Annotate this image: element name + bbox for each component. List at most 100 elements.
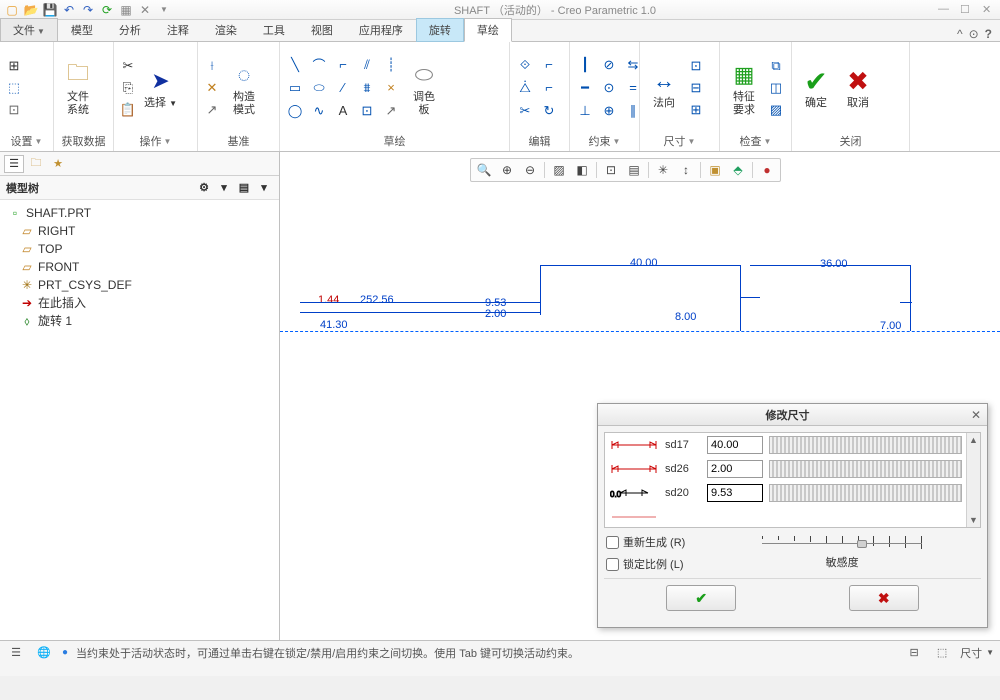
tree-root[interactable]: ▫SHAFT.PRT [6, 204, 273, 222]
dim-7[interactable]: 7.00 [880, 320, 901, 332]
select-button[interactable]: ➤ 选择 ▼ [140, 63, 181, 111]
save-icon[interactable]: 💾 [42, 2, 58, 18]
tab-file[interactable]: 文件▼ [0, 18, 58, 42]
undo-icon[interactable]: ↶ [61, 2, 77, 18]
open-icon[interactable]: 📂 [23, 2, 39, 18]
dim-scrollbar[interactable]: ▲ ▼ [966, 433, 980, 527]
repaint-icon[interactable]: ▨ [548, 160, 570, 180]
dim-953r[interactable]: 2.00 [485, 308, 506, 320]
view-mgr-icon[interactable]: ▤ [623, 160, 645, 180]
perpendicular-icon[interactable]: ⊥ [574, 100, 596, 122]
palette-button[interactable]: ⬭ 调色 板 [404, 57, 444, 117]
dim-row-sd20[interactable]: 0.0 sd20 [605, 481, 980, 505]
regen-icon[interactable]: ⟳ [99, 2, 115, 18]
ok-button[interactable]: ✔ 确定 [796, 63, 836, 111]
dim-row-sd26[interactable]: sd26 [605, 457, 980, 481]
status-find-icon[interactable]: ⬚ [932, 644, 952, 662]
perimeter-icon[interactable]: ⊡ [686, 56, 706, 76]
status-msg-icon[interactable]: ⊟ [904, 644, 924, 662]
construct-button[interactable]: ◌ 构造 模式 [224, 57, 264, 117]
horizontal-icon[interactable]: ━ [574, 77, 596, 99]
centerline2-icon[interactable]: ┊ [380, 54, 402, 76]
tab-revolve[interactable]: 旋转 [416, 18, 464, 42]
tree-node-revolve[interactable]: ⬨旋转 1 [6, 312, 273, 330]
sensitivity-slider[interactable] [762, 534, 922, 552]
spline-icon[interactable]: ∿ [308, 100, 330, 122]
coincident-icon[interactable]: ⊕ [598, 100, 620, 122]
new-icon[interactable]: ▢ [4, 2, 20, 18]
cut-icon[interactable]: ✂ [118, 56, 138, 76]
folder-tab-icon[interactable]: 🗀 [26, 155, 46, 173]
spin-icon[interactable]: ⬘ [727, 160, 749, 180]
close-icon[interactable]: ✕ [982, 3, 996, 17]
tab-analysis[interactable]: 分析 [106, 18, 154, 42]
offset-icon[interactable]: ⫽ [356, 54, 378, 76]
tree-dd-icon[interactable]: ▾ [255, 179, 273, 197]
tab-annotate[interactable]: 注释 [154, 18, 202, 42]
rotate-icon[interactable]: ↻ [538, 100, 560, 122]
tree-show-icon[interactable]: ▤ [235, 179, 253, 197]
shade-icon[interactable]: ◧ [571, 160, 593, 180]
cancel-button[interactable]: ✖ 取消 [838, 63, 878, 111]
thumbwheel[interactable] [769, 484, 962, 502]
dim-144[interactable]: 1.44 [318, 294, 339, 306]
delete-seg-icon[interactable]: ⌐ [538, 54, 560, 76]
tab-sketch[interactable]: 草绘 [464, 18, 512, 42]
corner-icon[interactable]: ⌐ [538, 77, 560, 99]
dim-value-input[interactable] [707, 436, 763, 454]
axis-disp-icon[interactable]: ↕ [675, 160, 697, 180]
dim-8[interactable]: 8.00 [675, 311, 696, 323]
tangent-icon[interactable]: ⊘ [598, 54, 620, 76]
copy-icon[interactable]: ⎘ [118, 78, 138, 98]
scroll-down-icon[interactable]: ▼ [967, 513, 980, 527]
rect-icon[interactable]: ▭ [284, 77, 306, 99]
thicken-icon[interactable]: ⩩ [356, 77, 378, 99]
dim-413[interactable]: 41.30 [320, 319, 348, 331]
selection-filter[interactable]: 尺寸 ▼ [960, 645, 994, 661]
csys-icon[interactable]: ⊡ [4, 100, 24, 120]
tree-node-insert[interactable]: ➔在此插入 [6, 294, 273, 312]
redo-icon[interactable]: ↷ [80, 2, 96, 18]
project-icon[interactable]: ⊡ [356, 100, 378, 122]
dim-36[interactable]: 36.00 [820, 258, 848, 270]
highlight-icon[interactable]: ◫ [766, 78, 786, 98]
tab-model[interactable]: 模型 [58, 18, 106, 42]
tab-view[interactable]: 视图 [298, 18, 346, 42]
tree-node-right[interactable]: ▱RIGHT [6, 222, 273, 240]
circle-icon[interactable]: ◯ [284, 100, 306, 122]
normal-dim-button[interactable]: ↔ 法向 [644, 63, 684, 111]
coord2-icon[interactable]: ↗ [380, 100, 402, 122]
line-icon[interactable]: ╲ [284, 54, 306, 76]
dialog-titlebar[interactable]: 修改尺寸 ✕ [598, 404, 987, 426]
arc-icon[interactable]: ⌒ [308, 54, 330, 76]
overlap-icon[interactable]: ⧉ [766, 56, 786, 76]
qat-dd-icon[interactable]: ▼ [156, 2, 172, 18]
tab-app[interactable]: 应用程序 [346, 18, 416, 42]
point2-icon[interactable]: × [380, 77, 402, 99]
coord-icon[interactable]: ↗ [202, 100, 222, 120]
dim-40[interactable]: 40.00 [630, 257, 658, 269]
regenerate-checkbox[interactable]: 重新生成 (R) [606, 534, 685, 550]
help-icon[interactable]: ? [985, 27, 992, 41]
lock-checkbox[interactable]: 锁定比例 (L) [606, 556, 685, 572]
mirror-icon[interactable]: ⧊ [514, 77, 536, 99]
tree-settings-icon[interactable]: ⚙ [195, 179, 213, 197]
dialog-close-icon[interactable]: ✕ [971, 408, 981, 422]
maximize-icon[interactable]: ☐ [960, 3, 974, 17]
dim-value-input[interactable] [707, 460, 763, 478]
collapse-ribbon-icon[interactable]: ^ [957, 27, 963, 41]
resize-grip[interactable] [0, 664, 1000, 676]
minimize-icon[interactable]: — [938, 3, 952, 17]
status-tree-icon[interactable]: ☰ [6, 644, 26, 662]
grid-icon[interactable]: ⊞ [4, 56, 24, 76]
shade-icon[interactable]: ▨ [766, 100, 786, 120]
file-system-button[interactable]: 🗀 文件 系统 [58, 57, 98, 117]
scroll-up-icon[interactable]: ▲ [967, 433, 980, 447]
persp-icon[interactable]: ● [756, 160, 778, 180]
dim-252[interactable]: 252.56 [360, 294, 394, 306]
tree-filter-icon[interactable]: ▾ [215, 179, 233, 197]
dialog-cancel-button[interactable]: ✖ [849, 585, 919, 611]
saved-view-icon[interactable]: ⊡ [600, 160, 622, 180]
text-icon[interactable]: A [332, 100, 354, 122]
fav-tab-icon[interactable]: ★ [48, 155, 68, 173]
